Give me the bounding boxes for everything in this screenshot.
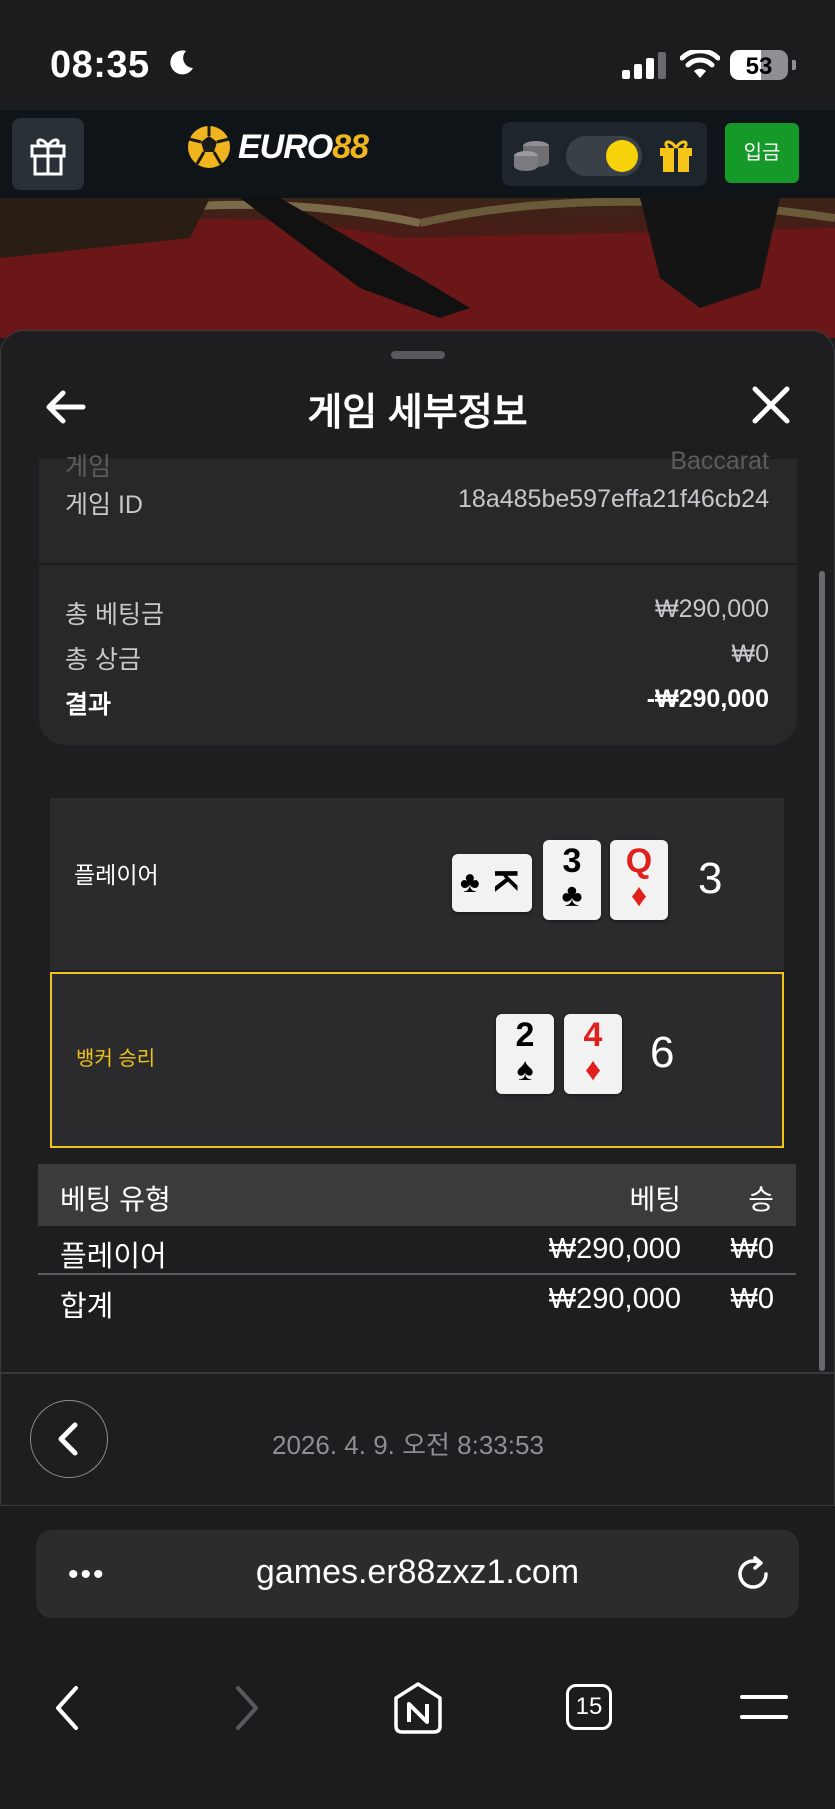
total-bet-label: 총 베팅금 — [65, 601, 164, 629]
game-value: Baccarat — [670, 447, 769, 475]
banker-win-label: 뱅커 승리 — [76, 1048, 156, 1070]
naver-home-icon[interactable] — [390, 1680, 446, 1736]
column-win: 승 — [748, 1184, 774, 1215]
total-label-cell: 합계 — [60, 1291, 114, 1323]
bet-summary-card: 총 베팅금 ₩290,000 총 상금 ₩0 결과 -₩290,000 — [39, 565, 797, 745]
playing-card: Q ♦ — [610, 840, 668, 920]
sheet-title: 게임 세부정보 — [307, 392, 528, 434]
result-row: 결과 -₩290,000 — [65, 685, 769, 721]
tabs-button[interactable]: 15 — [566, 1684, 612, 1730]
drag-handle[interactable] — [391, 351, 445, 359]
total-prize-label: 총 상금 — [65, 646, 141, 674]
soccer-ball-icon — [188, 126, 230, 168]
round-datetime: 2026. 4. 9. 오전 8:33:53 — [272, 1430, 544, 1460]
game-id-row: 게임 ID 18a485be597effa21f46cb24 — [65, 485, 769, 521]
result-label: 결과 — [65, 691, 112, 719]
game-label: 게임 — [65, 453, 112, 481]
gift-outline-icon — [30, 138, 66, 176]
total-prize-row: 총 상금 ₩0 — [65, 640, 769, 676]
total-win-cell: ₩0 — [730, 1283, 775, 1315]
deposit-button[interactable]: 입금 — [725, 123, 799, 183]
battery-level: 53 — [745, 53, 773, 80]
address-bar[interactable]: ••• games.er88zxz1.com — [36, 1530, 799, 1618]
euro88-logo[interactable]: EURO88 — [186, 124, 369, 170]
scrollbar[interactable] — [819, 571, 825, 1371]
forward-icon[interactable] — [228, 1684, 264, 1732]
reload-icon[interactable] — [733, 1554, 773, 1594]
column-bet: 베팅 — [629, 1184, 681, 1215]
footer-divider — [0, 1372, 835, 1374]
playing-card: 3 ♣ — [543, 840, 601, 920]
column-bet-type: 베팅 유형 — [60, 1184, 171, 1215]
game-id-label: 게임 ID — [65, 491, 143, 519]
promotions-button[interactable] — [12, 118, 84, 190]
playing-card: ♣ K — [452, 854, 532, 912]
bet-table-header: 베팅 유형 베팅 승 — [38, 1164, 796, 1226]
total-bet-row: 총 베팅금 ₩290,000 — [65, 595, 769, 631]
close-icon[interactable] — [751, 385, 791, 425]
win-amount-cell: ₩0 — [730, 1233, 775, 1265]
battery-indicator: 53 — [730, 50, 788, 80]
live-table-preview — [0, 198, 835, 338]
game-row: 게임 Baccarat — [65, 447, 769, 483]
table-divider — [38, 1273, 796, 1275]
moon-icon — [170, 50, 193, 75]
chevron-left-icon — [58, 1422, 78, 1456]
total-prize-value: ₩0 — [731, 640, 770, 668]
theme-toggle[interactable] — [566, 136, 642, 176]
previous-round-button[interactable] — [30, 1400, 108, 1478]
coins-icon[interactable] — [512, 136, 552, 174]
result-value: -₩290,000 — [646, 685, 769, 713]
menu-icon[interactable] — [740, 1692, 788, 1722]
logo-text: EURO88 — [238, 127, 369, 166]
wifi-icon — [680, 50, 720, 78]
total-bet-value: ₩290,000 — [655, 595, 769, 623]
bet-amount-cell: ₩290,000 — [548, 1233, 681, 1265]
gift-icon[interactable] — [656, 136, 696, 174]
player-hand: 플레이어 ♣ K 3 ♣ Q ♦ 3 — [50, 798, 784, 970]
signal-icon — [622, 52, 666, 79]
site-header: EURO88 입금 — [0, 110, 835, 199]
url-text[interactable]: games.er88zxz1.com — [36, 1553, 799, 1592]
game-info-card: 게임 Baccarat 게임 ID 18a485be597effa21f46cb… — [39, 447, 797, 563]
header-tools — [502, 122, 707, 186]
playing-card: 2 ♠ — [496, 1014, 554, 1094]
bet-type-cell: 플레이어 — [60, 1241, 167, 1273]
total-bet-cell: ₩290,000 — [548, 1283, 681, 1315]
status-bar: 08:35 53 — [0, 0, 835, 110]
player-score: 3 — [698, 854, 723, 903]
status-time: 08:35 — [50, 44, 150, 86]
player-label: 플레이어 — [74, 862, 159, 888]
playing-card: 4 ♦ — [564, 1014, 622, 1094]
banker-hand: 뱅커 승리 2 ♠ 4 ♦ 6 — [50, 972, 784, 1148]
tabs-count: 15 — [575, 1693, 603, 1720]
browser-toolbar: 15 — [0, 1656, 835, 1756]
game-id-value: 18a485be597effa21f46cb24 — [458, 485, 769, 513]
browser-chrome: ••• games.er88zxz1.com 15 — [0, 1506, 835, 1809]
banker-score: 6 — [650, 1028, 675, 1077]
back-icon[interactable] — [50, 1684, 86, 1732]
